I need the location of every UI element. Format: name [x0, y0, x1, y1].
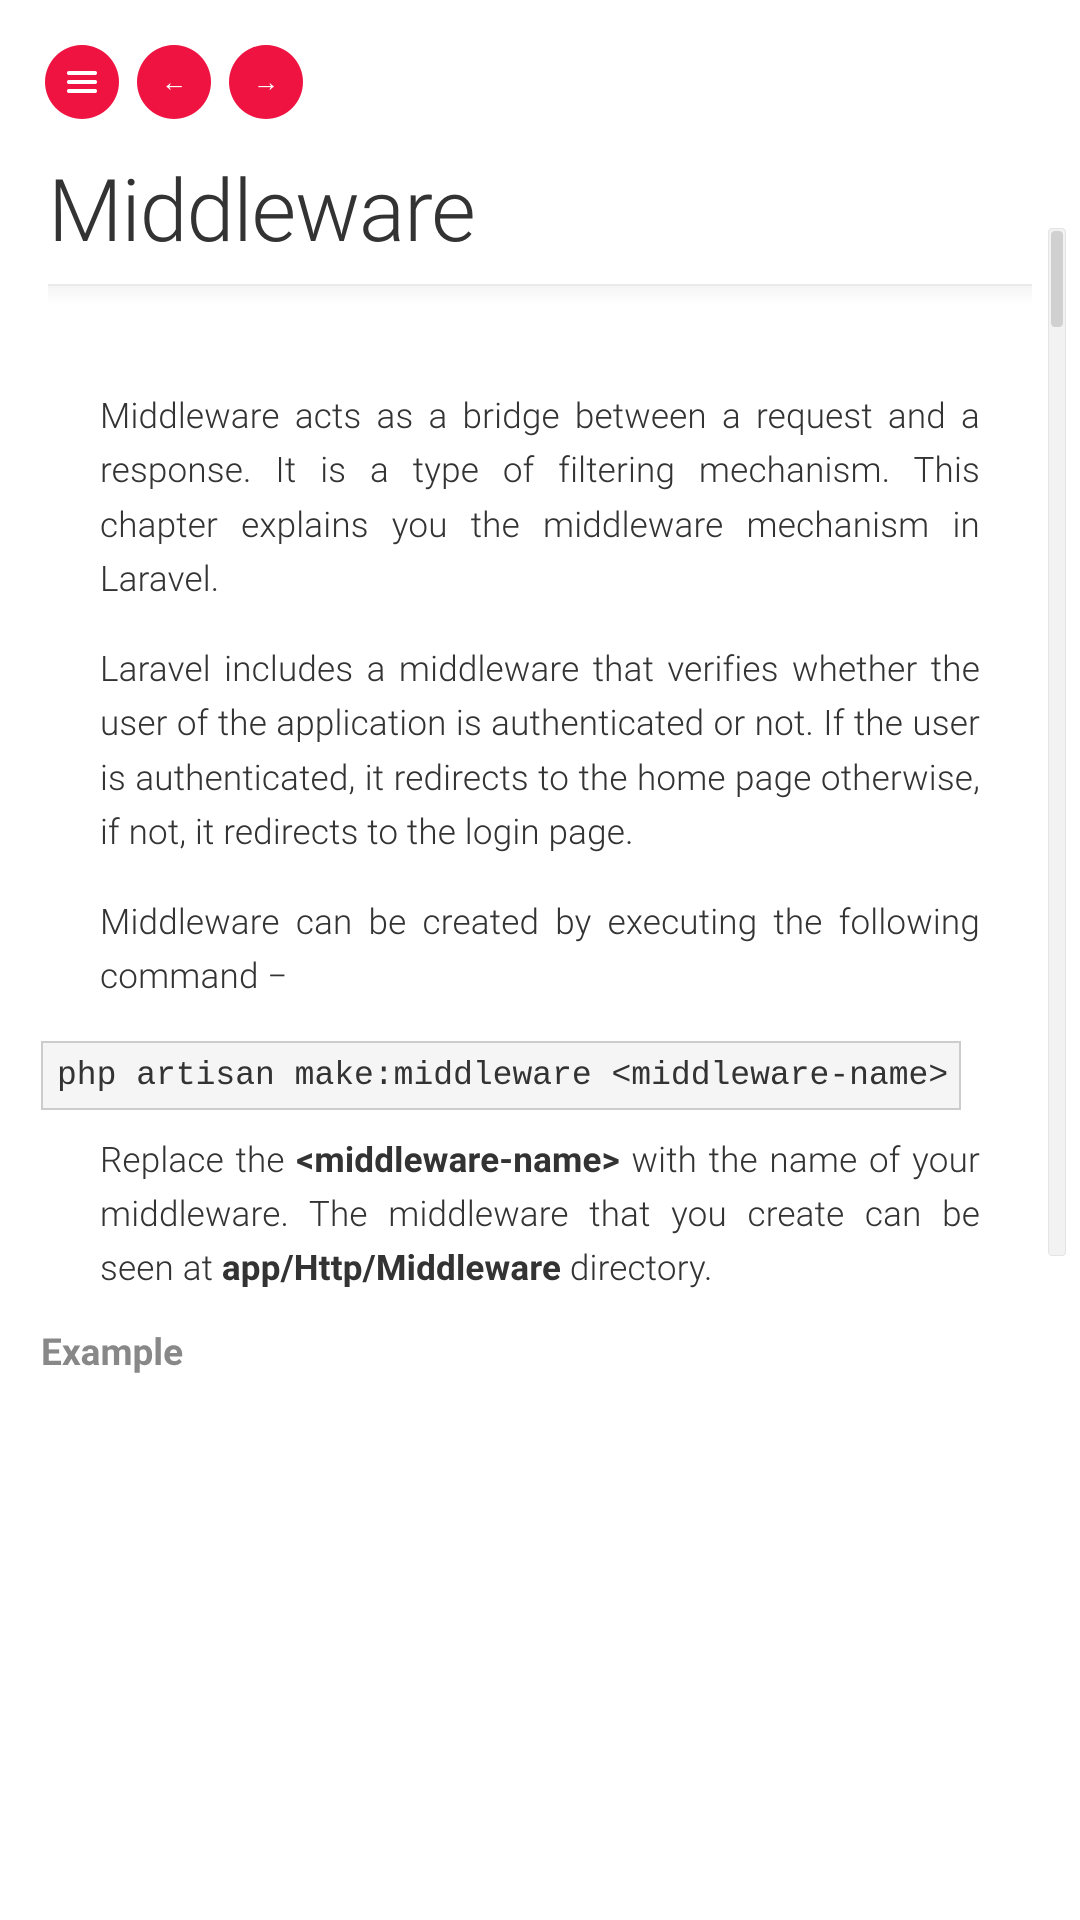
- title-divider: [48, 284, 1032, 306]
- arrow-left-icon: ←: [161, 67, 187, 98]
- arrow-right-icon: →: [253, 67, 279, 98]
- text-replace-3: directory.: [561, 1248, 712, 1289]
- page-title: Middleware: [0, 119, 1080, 262]
- code-block-artisan: php artisan make:middleware <middleware-…: [41, 1041, 961, 1110]
- scrollbar-track[interactable]: [1048, 228, 1066, 1256]
- prev-button[interactable]: ←: [137, 45, 211, 119]
- bold-middleware-name: <middleware-name>: [296, 1140, 620, 1181]
- text-replace-1: Replace the: [100, 1140, 296, 1181]
- bold-directory: app/Http/Middleware: [222, 1248, 561, 1289]
- scrollbar-thumb[interactable]: [1051, 231, 1063, 327]
- paragraph-auth: Laravel includes a middleware that verif…: [100, 643, 980, 860]
- next-button[interactable]: →: [229, 45, 303, 119]
- menu-button[interactable]: [45, 45, 119, 119]
- hamburger-icon: [67, 71, 97, 93]
- paragraph-intro: Middleware acts as a bridge between a re…: [100, 390, 980, 607]
- paragraph-create-cmd: Middleware can be created by executing t…: [100, 896, 980, 1005]
- main-content: Middleware acts as a bridge between a re…: [0, 306, 1080, 1375]
- nav-button-group: ← →: [0, 0, 1080, 119]
- heading-example: Example: [41, 1332, 980, 1375]
- paragraph-replace: Replace the <middleware-name> with the n…: [100, 1134, 980, 1297]
